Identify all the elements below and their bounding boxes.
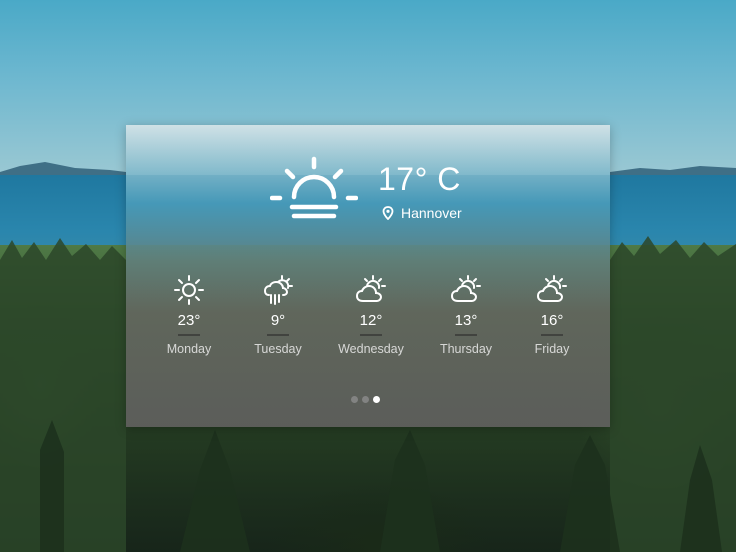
page-dot-2[interactable]	[362, 396, 369, 403]
forecast-day-label: Friday	[534, 342, 570, 356]
weather-widget: 17° C Hannover 23° Monday 9° Tuesday 12°…	[126, 125, 610, 427]
forecast-day-label: Wednesday	[338, 342, 404, 356]
forecast-temperature: 16°	[540, 312, 564, 329]
location: Hannover	[382, 204, 462, 222]
forecast-temperature: 13°	[454, 312, 478, 329]
current-temperature: 17° C	[378, 161, 461, 197]
page-indicator	[351, 396, 384, 404]
location-pin-icon	[382, 206, 394, 220]
forecast-day-label: Monday	[166, 342, 212, 356]
forecast-temperature: 23°	[177, 312, 201, 329]
current-weather: 17° C Hannover	[270, 155, 490, 225]
sun-icon	[174, 275, 204, 305]
forecast-day-label: Thursday	[439, 342, 493, 356]
divider	[267, 334, 289, 336]
forecast-day-tuesday[interactable]: 9° Tuesday	[228, 273, 328, 356]
partly-cloudy-icon	[450, 275, 481, 302]
page-dot-1[interactable]	[351, 396, 358, 403]
sunrise-icon	[270, 156, 358, 219]
location-label: Hannover	[401, 205, 462, 221]
divider	[178, 334, 200, 336]
divider	[455, 334, 477, 336]
forecast-day-label: Tuesday	[254, 342, 302, 356]
page-dot-3-active[interactable]	[373, 396, 380, 403]
partly-cloudy-icon	[536, 275, 567, 302]
partly-cloudy-icon	[355, 275, 386, 302]
forecast-day-monday[interactable]: 23° Monday	[139, 273, 239, 356]
forecast-temperature: 12°	[359, 312, 383, 329]
rain-cloud-sun-icon	[263, 275, 293, 305]
forecast-day-thursday[interactable]: 13° Thursday	[416, 273, 516, 356]
divider	[360, 334, 382, 336]
forecast-day-friday[interactable]: 16° Friday	[502, 273, 602, 356]
forecast-temperature: 9°	[270, 312, 286, 329]
divider	[541, 334, 563, 336]
forecast-day-wednesday[interactable]: 12° Wednesday	[321, 273, 421, 356]
